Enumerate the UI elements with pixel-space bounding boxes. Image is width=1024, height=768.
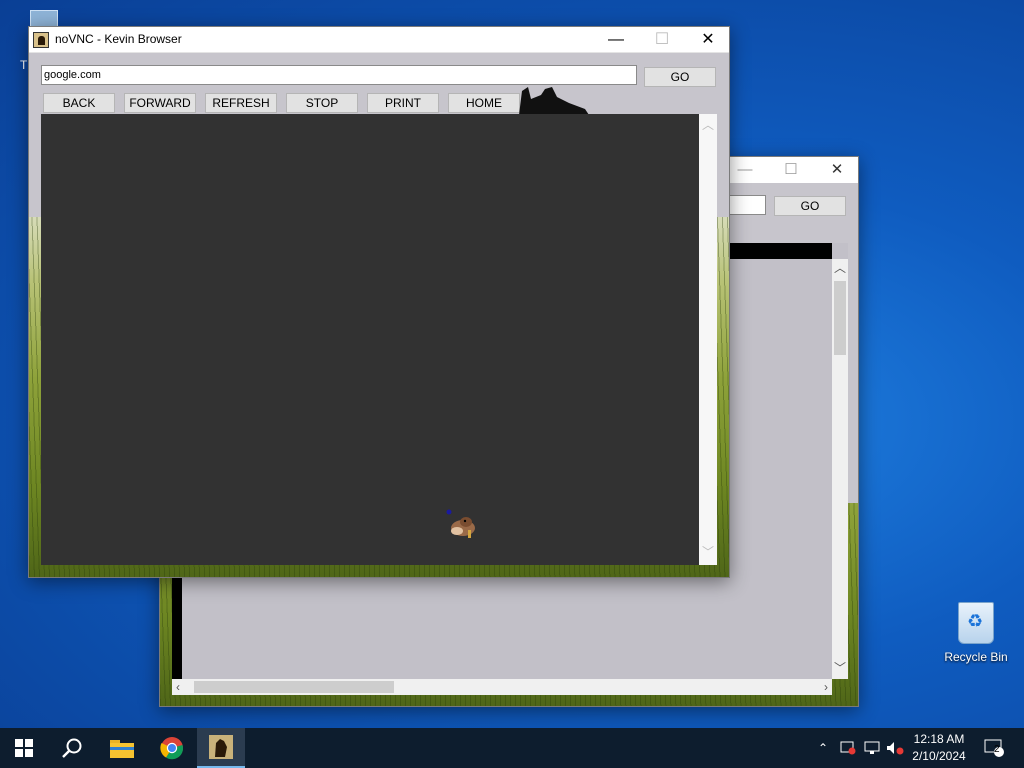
recycle-bin-icon: [958, 602, 994, 644]
minimize-button[interactable]: —: [593, 27, 639, 53]
browser-viewport[interactable]: [41, 114, 699, 565]
recycle-bin[interactable]: Recycle Bin: [940, 602, 1012, 664]
chrome-icon[interactable]: [148, 728, 196, 768]
back-horizontal-scrollbar[interactable]: ‹ ›: [172, 679, 832, 695]
volume-muted-icon[interactable]: [884, 728, 906, 768]
clock-time: 12:18 AM: [913, 732, 965, 746]
kevin-browser-icon[interactable]: [197, 728, 245, 768]
scroll-right-icon[interactable]: ›: [824, 680, 828, 694]
url-input[interactable]: [41, 65, 637, 85]
close-button[interactable]: ✕: [685, 27, 729, 53]
maximize-button[interactable]: ☐: [639, 27, 685, 53]
windows-start-icon[interactable]: [0, 728, 48, 768]
scroll-up-icon[interactable]: ︿: [702, 118, 714, 132]
network-icon[interactable]: [862, 728, 882, 768]
file-explorer-icon[interactable]: [98, 728, 146, 768]
back-maximize-button[interactable]: ☐: [768, 159, 814, 181]
print-button[interactable]: PRINT: [367, 93, 439, 113]
scroll-up-icon[interactable]: ︿: [834, 261, 846, 275]
horse-shadow-silhouette: [519, 87, 589, 115]
scroll-down-icon[interactable]: ﹀: [702, 545, 714, 559]
horse-app-icon: [33, 32, 49, 48]
scroll-left-icon[interactable]: ‹: [176, 680, 180, 694]
stop-button[interactable]: STOP: [286, 93, 358, 113]
window-title: noVNC - Kevin Browser: [55, 32, 182, 46]
vertical-scrollbar[interactable]: ︿ ﹀: [699, 114, 717, 565]
back-vertical-scrollbar[interactable]: ︿ ﹀: [832, 259, 848, 679]
forward-button[interactable]: FORWARD: [124, 93, 196, 113]
search-icon[interactable]: [48, 728, 96, 768]
front-window-titlebar[interactable]: noVNC - Kevin Browser — ☐ ✕: [29, 27, 729, 53]
security-warning-icon[interactable]: [838, 728, 858, 768]
back-horizontal-scroll-thumb[interactable]: [194, 681, 394, 693]
back-close-button[interactable]: ✕: [814, 159, 858, 181]
back-go-button[interactable]: GO: [774, 196, 846, 216]
system-clock[interactable]: 12:18 AM 2/10/2024: [906, 731, 972, 765]
refresh-button[interactable]: REFRESH: [205, 93, 277, 113]
chevron-up-icon[interactable]: ⌃: [814, 728, 832, 768]
clock-date: 2/10/2024: [912, 749, 966, 763]
taskbar: ⌃ 12:18 AM 2/10/2024 2: [0, 728, 1024, 768]
back-vertical-scroll-thumb[interactable]: [834, 281, 846, 355]
kevin-browser-window[interactable]: noVNC - Kevin Browser — ☐ ✕ GO BACK FORW…: [28, 26, 730, 578]
scroll-down-icon[interactable]: ﹀: [834, 661, 846, 675]
back-button[interactable]: BACK: [43, 93, 115, 113]
notification-count: 2: [994, 744, 1000, 755]
horse-head-icon: [446, 509, 475, 538]
go-button[interactable]: GO: [644, 67, 716, 87]
notification-center-icon[interactable]: 2: [980, 728, 1008, 768]
home-button[interactable]: HOME: [448, 93, 520, 113]
recycle-bin-label: Recycle Bin: [944, 650, 1008, 664]
